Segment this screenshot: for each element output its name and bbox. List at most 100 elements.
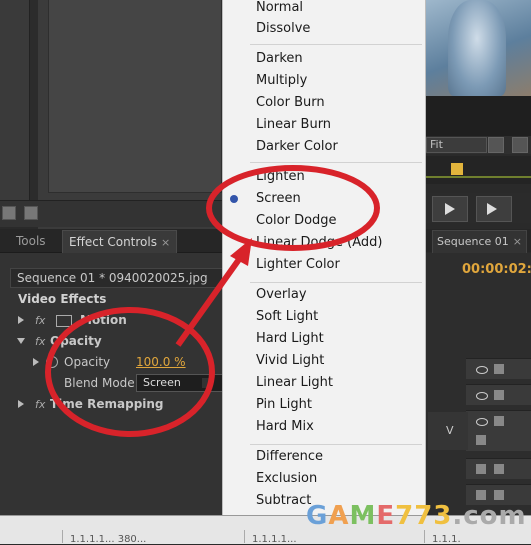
track-header-row [466, 358, 531, 379]
menu-item-dissolve[interactable]: Dissolve [256, 21, 310, 37]
list-view-icon[interactable] [2, 206, 16, 220]
chevron-down-icon[interactable] [202, 378, 212, 388]
step-back-button[interactable] [432, 196, 468, 222]
effect-time-remapping[interactable]: Time Remapping [50, 397, 164, 411]
status-separator [244, 530, 245, 543]
program-monitor-lower [424, 96, 531, 136]
collapse-opacity-icon[interactable] [17, 338, 25, 344]
speaker-icon[interactable] [476, 464, 486, 474]
program-timeruler[interactable] [424, 156, 531, 184]
trash-icon[interactable] [24, 206, 38, 220]
project-panel [0, 0, 38, 200]
eye-icon[interactable] [476, 392, 488, 400]
opacity-param-label: Opacity [64, 355, 111, 369]
menu-item-screen[interactable]: Screen [256, 191, 301, 207]
status-item: 1.1.1.1... 380... [70, 534, 147, 545]
program-monitor-preview [424, 0, 531, 96]
blend-mode-select[interactable]: Screen [136, 374, 226, 392]
menu-item-color-burn[interactable]: Color Burn [256, 95, 325, 111]
menu-item-linear-dodge[interactable]: Linear Dodge (Add) [256, 235, 382, 251]
close-icon[interactable]: × [513, 235, 522, 248]
tab-sequence-01[interactable]: Sequence 01 × [432, 230, 527, 253]
track-header-row [466, 384, 531, 405]
menu-separator [250, 444, 422, 445]
menu-item-difference[interactable]: Difference [256, 449, 323, 465]
watermark-part: E [376, 501, 396, 531]
tab-tools[interactable]: Tools [10, 230, 52, 252]
speaker-icon[interactable] [476, 490, 486, 500]
film-icon[interactable] [494, 390, 504, 400]
status-separator [62, 530, 63, 543]
watermark-logo: GAME773.com [306, 501, 527, 531]
menu-item-darken[interactable]: Darken [256, 51, 303, 67]
menu-item-overlay[interactable]: Overlay [256, 287, 307, 303]
project-scrollbar[interactable] [29, 0, 38, 200]
keyframe-icon[interactable] [476, 435, 486, 445]
film-icon[interactable] [494, 364, 504, 374]
menu-item-color-dodge[interactable]: Color Dodge [256, 213, 337, 229]
source-monitor-view [48, 0, 222, 193]
effect-opacity[interactable]: Opacity [50, 334, 102, 348]
film-icon[interactable] [494, 490, 504, 500]
menu-item-hard-mix[interactable]: Hard Mix [256, 419, 314, 435]
menu-item-multiply[interactable]: Multiply [256, 73, 307, 89]
status-item: 1.1.1. [432, 534, 461, 545]
film-icon[interactable] [494, 416, 504, 426]
effect-motion[interactable]: Motion [80, 313, 127, 327]
status-separator [424, 530, 425, 543]
playhead-icon[interactable] [451, 163, 463, 175]
menu-item-darker-color[interactable]: Darker Color [256, 139, 338, 155]
stopwatch-icon[interactable] [46, 356, 58, 368]
expand-motion-icon[interactable] [18, 316, 24, 324]
step-forward-icon [487, 203, 497, 215]
eye-icon[interactable] [476, 366, 488, 374]
menu-item-lighter-color[interactable]: Lighter Color [256, 257, 340, 273]
menu-separator [250, 162, 422, 163]
menu-item-hard-light[interactable]: Hard Light [256, 331, 324, 347]
track-header-row [466, 458, 531, 479]
preview-subject [448, 0, 506, 96]
play-icon [445, 203, 455, 215]
quality-select[interactable] [488, 137, 504, 153]
zoom-fit-select[interactable]: Fit [426, 137, 487, 153]
menu-item-exclusion[interactable]: Exclusion [256, 471, 317, 487]
menu-item-vivid-light[interactable]: Vivid Light [256, 353, 324, 369]
menu-item-normal[interactable]: Normal [256, 0, 303, 16]
sequence-clip-label: Sequence 01 * 0940020025.jpg [10, 268, 230, 288]
menu-item-linear-burn[interactable]: Linear Burn [256, 117, 331, 133]
film-icon[interactable] [494, 464, 504, 474]
video-effects-heading: Video Effects [18, 292, 107, 306]
watermark-part: G [306, 501, 329, 531]
eye-icon[interactable] [476, 418, 488, 426]
expand-time-remapping-icon[interactable] [18, 400, 24, 408]
watermark-part: .com [452, 501, 527, 531]
menu-item-pin-light[interactable]: Pin Light [256, 397, 312, 413]
blend-mode-label: Blend Mode [64, 376, 135, 390]
close-icon[interactable]: × [161, 236, 170, 249]
tab-tools-label: Tools [16, 234, 46, 248]
menu-item-soft-light[interactable]: Soft Light [256, 309, 318, 325]
tab-effect-controls-label: Effect Controls [69, 235, 157, 249]
fx-icon[interactable]: fx [35, 314, 45, 327]
menu-item-subtract[interactable]: Subtract [256, 493, 311, 509]
motion-transform-icon[interactable] [56, 315, 72, 327]
watermark-part: A [328, 501, 350, 531]
timeline-timecode[interactable]: 00:00:02:1 [462, 262, 531, 277]
opacity-value[interactable]: 100.0 % [136, 355, 186, 369]
watermark-part: 773 [395, 501, 453, 531]
step-forward-button[interactable] [476, 196, 512, 222]
fx-icon[interactable]: fx [35, 398, 45, 411]
video-track-target[interactable]: V [428, 412, 468, 450]
tab-effect-controls[interactable]: Effect Controls × [62, 230, 178, 253]
watermark-part: M [349, 501, 377, 531]
expand-opacity-param-icon[interactable] [33, 358, 39, 366]
track-header-row [466, 410, 531, 451]
menu-separator [250, 44, 422, 45]
menu-item-linear-light[interactable]: Linear Light [256, 375, 333, 391]
selected-radio-icon [230, 195, 238, 203]
menu-separator [250, 282, 422, 283]
source-monitor-panel [38, 0, 222, 230]
settings-icon[interactable] [512, 137, 528, 153]
fx-icon[interactable]: fx [35, 335, 45, 348]
menu-item-lighten[interactable]: Lighten [256, 169, 305, 185]
